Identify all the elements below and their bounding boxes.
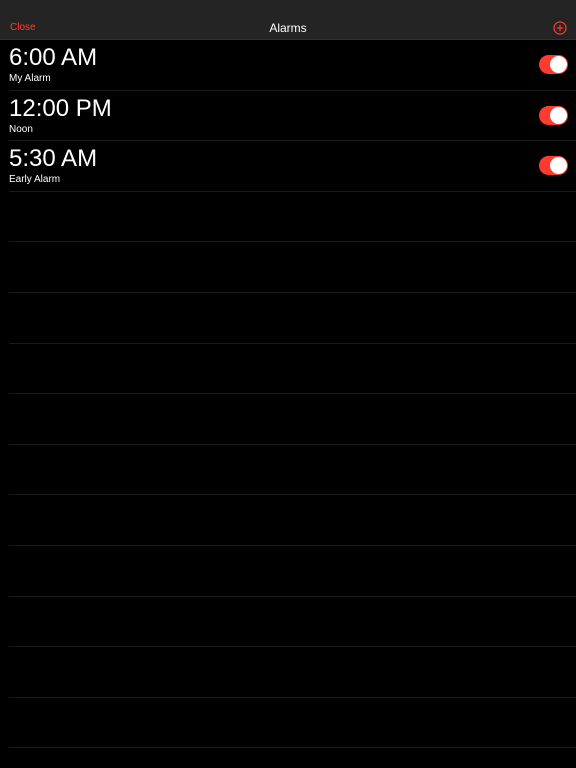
empty-row (9, 344, 576, 395)
empty-row (9, 546, 576, 597)
alarm-row[interactable]: 5:30 AM Early Alarm (9, 141, 576, 192)
alarm-toggle[interactable] (539, 105, 568, 125)
empty-row (9, 394, 576, 445)
alarm-time: 12:00 PM (9, 94, 112, 122)
empty-row (9, 597, 576, 648)
alarm-toggle[interactable] (539, 55, 568, 74)
alarm-row[interactable]: 6:00 AM My Alarm (9, 40, 576, 91)
empty-row (9, 698, 576, 749)
page-title: Alarms (269, 21, 307, 35)
alarm-toggle[interactable] (539, 156, 568, 176)
alarm-list: 6:00 AM My Alarm 12:00 PM Noon 5:30 AM E… (0, 40, 576, 749)
alarm-row[interactable]: 12:00 PM Noon (9, 91, 576, 142)
alarm-time: 5:30 AM (9, 145, 98, 173)
empty-row (9, 192, 576, 243)
toggle-knob (550, 106, 567, 124)
empty-row (9, 293, 576, 344)
empty-row (9, 445, 576, 496)
alarm-label: My Alarm (9, 73, 51, 84)
empty-row (9, 242, 576, 293)
alarm-label: Early Alarm (9, 174, 61, 186)
plus-circle-icon (553, 21, 567, 35)
alarm-time: 6:00 AM (9, 44, 98, 71)
toggle-knob (550, 157, 567, 175)
empty-row (9, 647, 576, 698)
toggle-knob (550, 56, 567, 73)
empty-row (9, 495, 576, 546)
add-alarm-button[interactable] (553, 21, 567, 35)
alarm-label: Noon (9, 123, 33, 135)
navigation-bar: Close Alarms (0, 0, 576, 40)
